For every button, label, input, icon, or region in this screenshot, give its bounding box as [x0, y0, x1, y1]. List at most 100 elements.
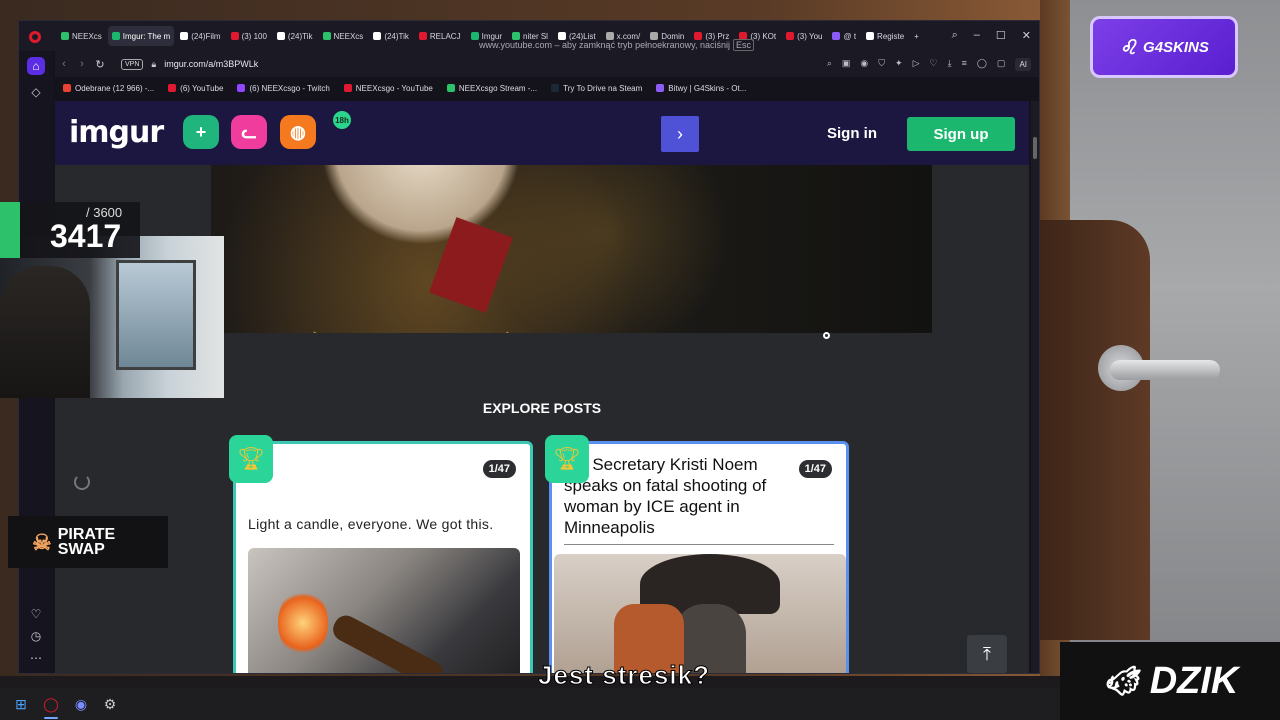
tab-favicon-icon	[276, 32, 285, 40]
explore-card[interactable]: 1/47 US Secretary Kristi Noem speaks on …	[549, 441, 849, 673]
maximize-icon[interactable]: ☐	[996, 29, 1006, 42]
search-tabs-icon[interactable]: ⌕	[952, 29, 958, 42]
bookmark-item[interactable]: (6) YouTube	[168, 84, 223, 93]
explore-posts-heading: EXPLORE POSTS	[482, 400, 602, 416]
dzik-text: DZIK	[1149, 659, 1239, 702]
browser-tab[interactable]: NEEXcs	[57, 26, 106, 46]
tab-favicon-icon	[470, 32, 479, 40]
browser-tab[interactable]: NEEXcs	[319, 26, 368, 46]
next-post-button[interactable]: ›	[661, 116, 699, 152]
tab-label: (3) 100	[241, 31, 267, 41]
tab-favicon-icon	[230, 32, 239, 40]
browser-tab[interactable]: RELACJ	[415, 26, 465, 46]
lock-icon[interactable]: 🔒︎	[151, 59, 156, 70]
bookmark-label: Try To Drive na Steam	[563, 83, 643, 93]
flame-shape	[278, 588, 328, 658]
tab-favicon-icon	[650, 32, 659, 40]
browser-tab[interactable]: (3) 100	[227, 26, 271, 46]
more-icon[interactable]: ⋯	[27, 649, 45, 667]
bookmark-item[interactable]: Odebrane (12 966) -...	[63, 84, 154, 93]
reload-icon[interactable]: ↻	[91, 58, 109, 71]
tab-label: (3) KOt	[750, 31, 777, 41]
home-icon[interactable]: ⌂	[27, 57, 45, 75]
card-caption: Light a candle, everyone. We got this.	[248, 516, 494, 532]
tab-favicon-icon	[512, 32, 521, 40]
tab-label: NEEXcs	[333, 31, 364, 41]
arrow-up-icon: ⤒	[983, 643, 991, 664]
scroll-to-top-button[interactable]: ⤒	[967, 635, 1007, 673]
explore-card[interactable]: 1/47 Light a candle, everyone. We got th…	[233, 441, 533, 673]
page-scrollbar[interactable]	[1031, 101, 1039, 673]
address-bar: ‹ › ↻ VPN 🔒︎ imgur.com/a/m3BPWLk ⌕ ▣ ◉ ⛉…	[55, 51, 1039, 77]
sign-up-button[interactable]: Sign up	[907, 117, 1015, 151]
new-post-button[interactable]: +	[183, 115, 219, 149]
download-icon[interactable]: ⤓	[948, 58, 952, 71]
menu-icon[interactable]: ≡	[962, 58, 967, 71]
tab-label: (24)Tik	[384, 31, 409, 41]
trophy-icon: 🏆︎	[229, 435, 273, 483]
pirateswap-line-2: SWAP	[57, 541, 105, 558]
discord-icon[interactable]: ◉	[72, 695, 90, 713]
minimize-icon[interactable]: –	[974, 29, 980, 42]
heart-icon[interactable]: ♡	[27, 605, 45, 623]
bookmark-item[interactable]: Bitwy | G4Skins - Ot...	[656, 84, 746, 93]
snapshot-icon[interactable]: ▣	[842, 58, 851, 71]
tab-favicon-icon	[180, 32, 189, 40]
tab-favicon-icon	[832, 32, 841, 40]
tab-favicon-icon	[866, 32, 875, 40]
post-image[interactable]	[211, 165, 932, 333]
opera-logo-icon[interactable]	[29, 31, 41, 43]
speed-dial-icon[interactable]: ◇	[27, 83, 45, 101]
bookmark-item[interactable]: NEEXcsgo Stream -...	[446, 84, 537, 93]
tab-label: Imgur: The m	[122, 31, 171, 41]
browser-tab[interactable]: (24)Tik	[273, 26, 317, 46]
gamepad-icon[interactable]: ◍	[280, 115, 316, 149]
back-icon[interactable]: ‹	[55, 58, 73, 70]
ai-button[interactable]: AI	[1015, 57, 1031, 71]
scrollbar-thumb[interactable]	[1033, 137, 1037, 159]
card-thumbnail	[554, 554, 846, 673]
bookmark-heart-icon[interactable]: ♡	[930, 58, 938, 71]
profile-icon[interactable]: ◯	[977, 58, 987, 71]
imgur-logo[interactable]: imgur	[69, 115, 164, 150]
pirateswap-logo: ☠ PIRATE SWAP	[8, 516, 168, 568]
vpn-badge[interactable]: VPN	[121, 58, 144, 70]
camera-icon[interactable]: ◉	[860, 58, 868, 71]
bookmark-favicon-icon	[551, 84, 560, 92]
search-page-icon[interactable]: ⌕	[827, 58, 832, 71]
extension-icon[interactable]: ✦	[895, 58, 903, 71]
app-icon[interactable]: ⚙	[101, 695, 119, 713]
forward-icon[interactable]: ›	[73, 58, 91, 70]
goal-value: 3417	[50, 218, 122, 254]
new-tab-icon[interactable]: +	[910, 26, 923, 46]
tab-favicon-icon	[322, 32, 331, 40]
browser-tab[interactable]: Imgur: The m	[107, 26, 175, 46]
bookmark-label: Bitwy | G4Skins - Ot...	[668, 83, 747, 93]
bookmark-item[interactable]: (6) NEEXcsgo - Twitch	[237, 84, 330, 93]
cat-icon[interactable]: ᓚ	[231, 115, 267, 149]
browser-tab[interactable]: @ t	[828, 26, 860, 46]
browser-tab[interactable]: (24)Film	[176, 26, 224, 46]
tab-label: (24)Film	[191, 31, 221, 41]
image-count-badge: 1/47	[482, 460, 516, 478]
play-icon[interactable]: ▷	[913, 58, 920, 71]
browser-tab[interactable]: (24)Tik	[369, 26, 413, 46]
shield-icon[interactable]: ⛉	[878, 58, 885, 71]
bookmark-item[interactable]: NEEXcsgo - YouTube	[343, 84, 433, 93]
close-icon[interactable]: ✕	[1022, 29, 1031, 42]
fullscreen-notice-text: www.youtube.com – aby zamknąć tryb pełno…	[479, 40, 730, 50]
url-field[interactable]: imgur.com/a/m3BPWLk	[164, 59, 827, 69]
sign-in-link[interactable]: Sign in	[827, 125, 877, 142]
history-icon[interactable]: ◷	[27, 627, 45, 645]
bookmark-item[interactable]: Try To Drive na Steam	[551, 84, 642, 93]
pirateswap-text: PIRATE SWAP	[57, 527, 115, 558]
cube-icon[interactable]: ▢	[997, 58, 1006, 71]
fullscreen-notice: www.youtube.com – aby zamknąć tryb pełno…	[479, 39, 754, 51]
bookmarks-bar: Odebrane (12 966) -... (6) YouTube (6) NEE…	[55, 79, 1039, 97]
browser-tab[interactable]: Registe	[862, 26, 908, 46]
bookmark-label: (6) YouTube	[180, 83, 224, 93]
opera-taskbar-icon[interactable]: ◯	[42, 695, 60, 713]
bookmark-favicon-icon	[63, 84, 71, 92]
browser-tab[interactable]: (3) You	[782, 26, 826, 46]
windows-start-icon[interactable]: ⊞	[12, 695, 30, 713]
